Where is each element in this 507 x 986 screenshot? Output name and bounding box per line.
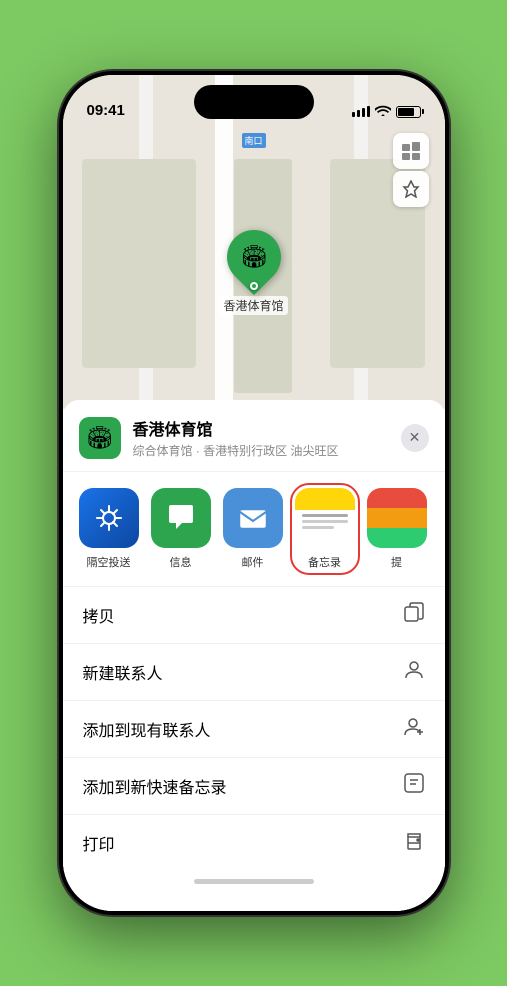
new-contact-icon [403, 658, 425, 686]
battery-icon [396, 106, 421, 118]
phone-screen: 09:41 [63, 75, 445, 911]
map-label-tag: 南口 [241, 133, 265, 148]
place-header: 🏟 香港体育馆 综合体育馆 · 香港特别行政区 油尖旺区 ✕ [63, 400, 445, 472]
home-indicator [194, 879, 314, 884]
share-item-notes[interactable]: 备忘录 [295, 488, 355, 570]
airdrop-icon-box [79, 488, 139, 548]
place-name: 香港体育馆 [133, 416, 401, 440]
notes-icon-box [295, 488, 355, 548]
dynamic-island [194, 85, 314, 119]
signal-bars-icon [352, 106, 370, 117]
mail-icon-box [223, 488, 283, 548]
action-row-add-notes[interactable]: 添加到新快速备忘录 [63, 758, 445, 815]
mail-label: 邮件 [242, 554, 264, 570]
add-contact-icon [403, 715, 425, 743]
stadium-marker: 🏟 香港体育馆 [219, 230, 287, 315]
more-icon-box [367, 488, 427, 548]
share-item-messages[interactable]: 信息 [151, 488, 211, 570]
map-controls [393, 133, 429, 207]
action-row-print[interactable]: 打印 [63, 815, 445, 871]
home-indicator-area [63, 871, 445, 891]
bottom-sheet: 🏟 香港体育馆 综合体育馆 · 香港特别行政区 油尖旺区 ✕ [63, 400, 445, 911]
add-notes-icon [403, 772, 425, 800]
print-icon [403, 829, 425, 857]
action-row-add-contact[interactable]: 添加到现有联系人 [63, 701, 445, 758]
copy-label: 拷贝 [83, 603, 115, 627]
share-item-airdrop[interactable]: 隔空投送 [79, 488, 139, 570]
status-time: 09:41 [87, 102, 125, 119]
messages-label: 信息 [170, 554, 192, 570]
print-label: 打印 [83, 831, 115, 855]
notes-label: 备忘录 [308, 554, 341, 570]
add-contact-label: 添加到现有联系人 [83, 717, 211, 741]
marker-label: 香港体育馆 [219, 296, 287, 315]
action-row-copy[interactable]: 拷贝 [63, 587, 445, 644]
close-button[interactable]: ✕ [401, 424, 429, 452]
phone-frame: 09:41 [59, 71, 449, 915]
place-subtitle: 综合体育馆 · 香港特别行政区 油尖旺区 [133, 442, 401, 459]
marker-pin-icon: 🏟 [240, 244, 268, 270]
action-row-new-contact[interactable]: 新建联系人 [63, 644, 445, 701]
map-type-button[interactable] [393, 133, 429, 169]
place-info: 香港体育馆 综合体育馆 · 香港特别行政区 油尖旺区 [133, 416, 401, 459]
share-item-more[interactable]: 提 [367, 488, 427, 570]
more-label: 提 [391, 554, 402, 570]
copy-icon [403, 601, 425, 629]
messages-icon-box [151, 488, 211, 548]
wifi-icon [375, 104, 391, 119]
add-notes-label: 添加到新快速备忘录 [83, 774, 227, 798]
location-button[interactable] [393, 171, 429, 207]
status-icons [352, 104, 421, 119]
map-label: 南口 [241, 133, 265, 148]
airdrop-label: 隔空投送 [87, 554, 131, 570]
share-item-mail[interactable]: 邮件 [223, 488, 283, 570]
new-contact-label: 新建联系人 [83, 660, 163, 684]
share-row: 隔空投送 信息 [63, 472, 445, 587]
place-icon: 🏟 [79, 417, 121, 459]
